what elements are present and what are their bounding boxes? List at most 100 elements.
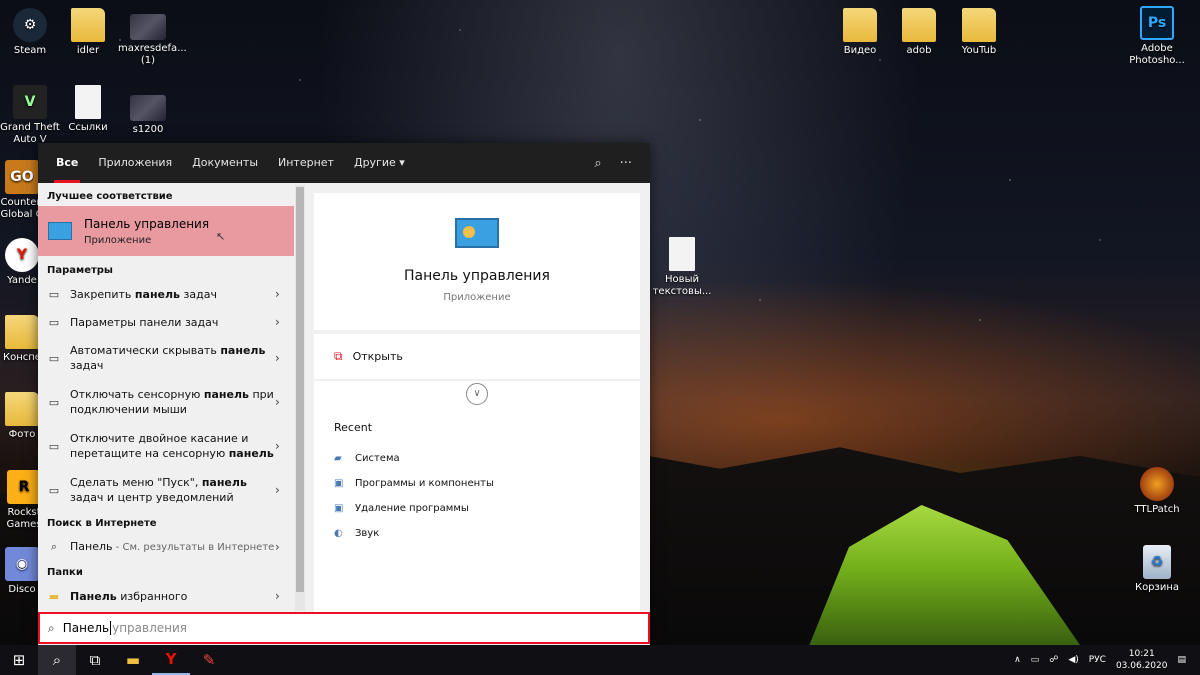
task-view-icon: ⧉ [89, 651, 101, 669]
input-language-indicator[interactable]: РУС [1089, 655, 1106, 665]
search-filter-tabs: Все Приложения Документы Интернет Другие… [38, 143, 650, 183]
item-text: избранного [116, 589, 188, 603]
item-text-bold: панель [228, 447, 274, 460]
desktop-icon-youtube[interactable]: YouTub [949, 8, 1009, 57]
taskbar-yandex-browser[interactable]: Y [152, 645, 190, 675]
tab-apps[interactable]: Приложения [88, 143, 182, 183]
feedback-icon[interactable]: ⌕ [594, 156, 601, 171]
tab-all[interactable]: Все [46, 143, 88, 183]
recent-item-label: Программы и компоненты [355, 478, 494, 489]
settings-item-start-taskbar-transparency[interactable]: ▭ Сделать меню "Пуск", панель задач и це… [38, 468, 294, 512]
network-icon[interactable]: ☍ [1049, 655, 1058, 665]
desktop-icon-links[interactable]: Ссылки [58, 85, 118, 134]
tab-more[interactable]: Другие ▾ [344, 143, 415, 183]
item-text-bold: панель [203, 388, 249, 401]
search-icon: ⌕ [50, 540, 58, 553]
folder-icon [843, 8, 877, 42]
item-text: Параметры панели задач [70, 315, 219, 329]
battery-icon[interactable]: ▭ [1031, 655, 1040, 665]
recent-item-sound[interactable]: ◐ Звук [334, 521, 620, 546]
item-text: задач и центр уведомлений [70, 491, 234, 504]
desktop-icon-gta[interactable]: V Grand Theft Auto V [0, 85, 60, 146]
settings-item-double-tap[interactable]: ▭ Отключите двойное касание и перетащите… [38, 424, 294, 468]
tab-documents[interactable]: Документы [182, 143, 268, 183]
csgo-icon: GO [5, 160, 39, 194]
color-settings-icon: ▭ [48, 483, 60, 497]
ttlpatch-icon [1140, 467, 1174, 501]
recent-item-uninstall[interactable]: ▣ Удаление программы [334, 496, 620, 521]
item-text: Закрепить [70, 287, 135, 301]
tab-web[interactable]: Интернет [268, 143, 344, 183]
folder-icon [962, 8, 996, 42]
folder-icon [5, 315, 39, 349]
preview-subtitle: Приложение [443, 292, 511, 303]
more-options-icon[interactable]: ··· [620, 156, 632, 171]
best-match-control-panel[interactable]: Панель управления Приложение ↖ [38, 206, 294, 256]
start-button[interactable]: ⊞ [0, 645, 38, 675]
desktop-icon-label: YouTub [961, 45, 997, 56]
sound-icon: ◐ [334, 528, 343, 539]
taskbar-settings-icon: ▭ [48, 315, 60, 329]
expand-actions[interactable]: ∨ [314, 381, 640, 407]
desktop-icon-video[interactable]: Видео [830, 8, 890, 57]
desktop-icon-steam[interactable]: ⚙ Steam [0, 8, 60, 57]
search-input[interactable]: ⌕ Панель управления [38, 612, 650, 644]
best-match-subtitle: Приложение [84, 234, 152, 246]
settings-item-pin-taskbar[interactable]: ▭ Закрепить панель задач › [38, 280, 294, 308]
preview-header: Панель управления Приложение [314, 193, 640, 330]
clock-time: 10:21 [1128, 649, 1155, 659]
web-search-result[interactable]: ⌕ Панель - См. результаты в Интернете › [38, 533, 294, 561]
web-search-hint: - См. результаты в Интернете [112, 542, 275, 553]
desktop-icon-ttlpatch[interactable]: TTLPatch [1127, 467, 1187, 516]
settings-item-taskbar-settings[interactable]: ▭ Параметры панели задач › [38, 308, 294, 336]
clock-date: 03.06.2020 [1115, 661, 1168, 671]
taskbar-file-explorer[interactable]: ▬ [114, 645, 152, 675]
chevron-right-icon: › [275, 589, 280, 603]
paint-icon: ✎ [202, 651, 216, 669]
image-thumbnail-icon [130, 95, 166, 121]
discord-icon: ◉ [5, 547, 39, 581]
windows-icon: ⊞ [12, 651, 26, 669]
photoshop-icon: Ps [1140, 6, 1174, 40]
desktop-icon-adob[interactable]: adob [889, 8, 949, 57]
desktop-icon-recycle-bin[interactable]: ♻ Корзина [1127, 545, 1187, 594]
item-text: задач [180, 287, 217, 301]
yandex-browser-icon: Y [165, 650, 177, 668]
settings-item-disable-touchpad[interactable]: ▭ Отключать сенсорную панель при подключ… [38, 380, 294, 424]
system-tray: ∧ ▭ ☍ ◀) РУС 10:21 03.06.2020 ▤ [1014, 648, 1200, 672]
task-view-button[interactable]: ⧉ [76, 645, 114, 675]
settings-item-autohide-taskbar[interactable]: ▭ Автоматически скрывать панель задач › [38, 336, 294, 380]
taskbar-search-button[interactable]: ⌕ [38, 645, 76, 675]
text-caret [110, 621, 112, 635]
search-query: Панель [62, 621, 110, 635]
desktop-icon-idler[interactable]: idler [58, 8, 118, 57]
chevron-down-icon: ∨ [466, 383, 488, 405]
taskbar-paint-app[interactable]: ✎ [190, 645, 228, 675]
clock[interactable]: 10:21 03.06.2020 [1116, 648, 1168, 672]
scrollbar-thumb[interactable] [296, 187, 304, 592]
search-autocomplete-hint: управления [112, 621, 187, 635]
desktop-icon-maxresdefault[interactable]: maxresdefa... (1) [118, 14, 187, 67]
open-action[interactable]: ⧉ Открыть [314, 334, 640, 379]
recent-item-system[interactable]: ▰ Система [334, 446, 620, 471]
desktop-icon-label: s1200 [132, 124, 164, 135]
show-hidden-icons-chevron-up-icon[interactable]: ∧ [1014, 655, 1021, 665]
folder-result-favorites[interactable]: ▬ Панель избранного › [38, 582, 294, 610]
desktop-icon-label: Видео [843, 45, 877, 56]
folder-icon: ▬ [48, 589, 60, 603]
chevron-right-icon: › [275, 439, 280, 453]
chevron-right-icon: › [275, 351, 280, 365]
desktop-icon-new-text[interactable]: Новый текстовы... [652, 237, 712, 298]
results-scrollbar[interactable] [295, 185, 305, 611]
folder-icon [902, 8, 936, 42]
desktop-icon-s1200[interactable]: s1200 [118, 95, 178, 136]
item-text-bold: панель [134, 287, 181, 301]
volume-icon[interactable]: ◀) [1068, 655, 1078, 665]
search-results-list: Лучшее соответствие Панель управления Пр… [38, 183, 294, 613]
action-center-icon[interactable]: ▤ [1177, 655, 1186, 665]
desktop-icon-photoshop[interactable]: Ps Adobe Photosho... [1127, 6, 1187, 67]
desktop-icon-label: Корзина [1134, 582, 1180, 593]
recent-item-label: Звук [355, 528, 380, 539]
recent-item-programs[interactable]: ▣ Программы и компоненты [334, 471, 620, 496]
programs-icon: ▣ [334, 478, 344, 489]
